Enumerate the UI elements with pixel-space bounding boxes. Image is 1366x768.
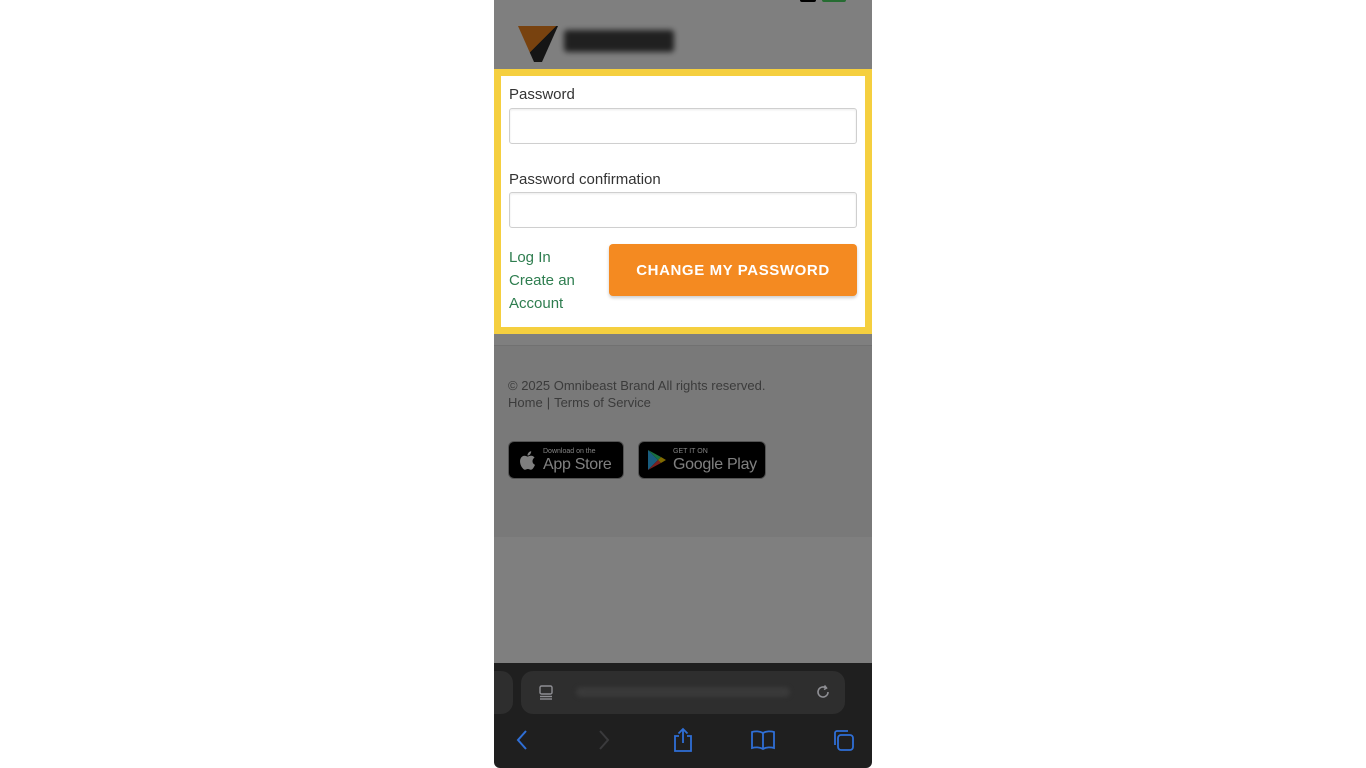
footer-link-home[interactable]: Home: [508, 395, 543, 410]
google-play-big-text: Google Play: [673, 455, 757, 473]
url-text: [576, 687, 790, 697]
tabs-icon[interactable]: [828, 725, 858, 755]
address-bar[interactable]: [521, 671, 845, 714]
signal-icon: [800, 0, 816, 2]
forward-icon[interactable]: [589, 725, 619, 755]
app-store-big-text: App Store: [543, 455, 612, 473]
logo-mark: [518, 26, 558, 62]
google-play-small-text: GET IT ON: [673, 447, 708, 455]
status-bar: [494, 0, 872, 16]
app-store-badge[interactable]: Download on the App Store: [508, 441, 624, 479]
password-label: Password: [509, 86, 575, 103]
app-store-small-text: Download on the: [543, 447, 596, 455]
password-reset-form: Password Password confirmation Log In Cr…: [494, 69, 872, 334]
auth-links: Log In Create an Account: [509, 246, 599, 315]
copyright-text: © 2025 Omnibeast Brand All rights reserv…: [508, 378, 766, 393]
google-play-badge[interactable]: GET IT ON Google Play: [638, 441, 766, 479]
app-store-text: Download on the App Store: [543, 447, 612, 473]
google-play-icon: [647, 449, 667, 471]
phone-screen: © 2025 Omnibeast Brand All rights reserv…: [494, 0, 872, 768]
browser-chrome: [494, 663, 872, 768]
logo-wordmark: [564, 30, 674, 52]
password-field[interactable]: [509, 108, 857, 144]
site-footer: © 2025 Omnibeast Brand All rights reserv…: [494, 345, 872, 537]
footer-link-terms[interactable]: Terms of Service: [554, 395, 651, 410]
store-badges: Download on the App Store GET IT ON Goog…: [508, 441, 766, 479]
password-confirmation-field[interactable]: [509, 192, 857, 228]
change-password-button[interactable]: CHANGE MY PASSWORD: [609, 244, 857, 296]
create-account-link[interactable]: Create an Account: [509, 269, 599, 315]
footer-links: Home | Terms of Service: [508, 395, 651, 410]
browser-toolbar: [494, 721, 872, 761]
log-in-link[interactable]: Log In: [509, 246, 599, 269]
password-confirmation-label: Password confirmation: [509, 171, 661, 188]
apple-icon: [517, 449, 537, 471]
battery-icon: [822, 0, 846, 2]
footer-separator: |: [546, 395, 551, 410]
google-play-text: GET IT ON Google Play: [673, 448, 757, 473]
reader-icon[interactable]: [538, 684, 554, 700]
back-icon[interactable]: [507, 725, 537, 755]
status-icons: [800, 0, 846, 2]
previous-tab-stub[interactable]: [494, 671, 513, 714]
share-icon[interactable]: [668, 725, 698, 755]
site-logo[interactable]: [518, 22, 678, 68]
bookmarks-icon[interactable]: [748, 725, 778, 755]
reload-icon[interactable]: [813, 682, 833, 702]
